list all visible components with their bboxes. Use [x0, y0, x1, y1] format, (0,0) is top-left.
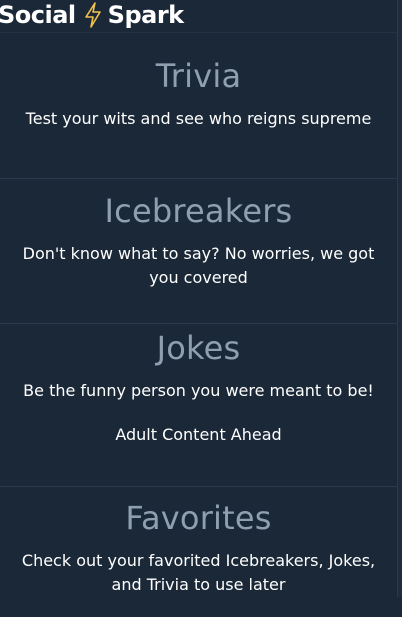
jokes-title: Jokes: [156, 329, 241, 367]
jokes-description: Be the funny person you were meant to be…: [23, 381, 374, 400]
brand-name-right: Spark: [107, 1, 184, 29]
scrollbar[interactable]: [397, 0, 402, 597]
adult-content-warning: Adult Content Ahead: [115, 425, 282, 444]
favorites-description: Check out your favorited Icebreakers, Jo…: [21, 551, 376, 594]
icebreakers-card[interactable]: Icebreakers Don't know what to say? No w…: [0, 179, 397, 324]
brand-logo[interactable]: Social Spark: [0, 1, 184, 29]
favorites-card[interactable]: Favorites Check out your favorited Icebr…: [0, 487, 397, 617]
icebreakers-description: Don't know what to say? No worries, we g…: [22, 244, 375, 287]
lightning-bolt-icon: [84, 2, 102, 28]
trivia-description: Test your wits and see who reigns suprem…: [25, 109, 372, 128]
favorites-title: Favorites: [125, 499, 272, 537]
brand-name-left: Social: [0, 1, 76, 29]
trivia-card[interactable]: Trivia Test your wits and see who reigns…: [0, 33, 397, 179]
icebreakers-title: Icebreakers: [104, 192, 293, 230]
jokes-card[interactable]: Jokes Be the funny person you were meant…: [0, 324, 397, 487]
trivia-title: Trivia: [155, 57, 242, 95]
app-header: Social Spark: [0, 0, 402, 33]
